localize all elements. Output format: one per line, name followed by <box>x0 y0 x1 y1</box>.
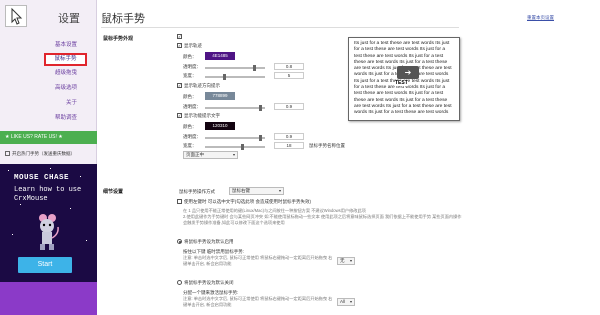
direction-opacity-value[interactable]: 0.9 <box>274 103 304 110</box>
track-opacity-thumb[interactable] <box>253 65 256 71</box>
show-action-checkbox[interactable] <box>177 113 182 119</box>
default-off-desc: 注意: 单击时选中文字后, 鼠标可正常使用 将鼠标右键拖动一定距离后开始拖曳 右… <box>183 296 333 307</box>
sidebar-item-about[interactable]: 关于 <box>0 96 97 111</box>
action-color-swatch[interactable]: 120310 <box>205 122 235 130</box>
direction-opacity-slider[interactable] <box>205 105 265 111</box>
ad-title: MOUSE CHASE <box>14 174 70 182</box>
gesture-enable-check[interactable] <box>177 34 182 40</box>
action-width-label: 宽度： <box>183 143 197 148</box>
arrow-right-icon: ➔ <box>397 66 419 79</box>
gesture-enable-checkbox[interactable] <box>177 34 184 40</box>
preview-tag-label: TEST <box>395 80 408 87</box>
default-on-label: 将鼠标手势设为默认启用 <box>184 239 234 244</box>
appearance-section-label: 鼠标手势外观 <box>103 36 134 42</box>
open-hot-gestures-checkbox[interactable] <box>5 151 10 157</box>
sidebar-item-survey[interactable]: 帮助调查 <box>0 111 97 126</box>
name-position-label: 鼠标手势名称位置 <box>309 143 345 148</box>
default-on-radio[interactable] <box>177 239 182 245</box>
activate-key-select[interactable]: All <box>337 298 355 306</box>
ad-subtitle: Learn how to use CrxMouse <box>14 186 82 203</box>
track-width-value[interactable]: 5 <box>274 72 304 79</box>
action-width-thumb[interactable] <box>241 144 244 150</box>
sidebar-title: 设置 <box>58 13 80 25</box>
use-left-label: 使用左键时 可以选中文字(勾选此项 会造成使用时鼠标手势失效) <box>184 199 311 204</box>
direction-opacity-thumb[interactable] <box>259 105 262 111</box>
sidebar-item-super-drag[interactable]: 超级拖曳 <box>0 66 97 81</box>
track-width-thumb[interactable] <box>223 74 226 80</box>
action-color-label: 颜色： <box>183 124 197 129</box>
gesture-preview-box: Its just for a test these are test words… <box>348 37 460 121</box>
track-width-label: 宽度： <box>183 73 197 78</box>
direction-color-label: 颜色： <box>183 94 197 99</box>
main-panel: 鼠标手势 重置本页设置 鼠标手势外观 显示轨迹 颜色： 4E1485 透明度： … <box>97 0 600 315</box>
track-opacity-value[interactable]: 0.8 <box>274 63 304 70</box>
page-title: 鼠标手势 <box>101 13 145 25</box>
default-off-row[interactable]: 将鼠标手势设为默认关闭 <box>177 280 234 286</box>
track-width-slider[interactable] <box>205 74 265 80</box>
mouse-chase-ad[interactable]: MOUSE CHASE Learn how to use CrxMouse St… <box>0 164 97 315</box>
trigger-select[interactable]: 鼠标右键 <box>229 187 284 195</box>
title-divider <box>101 27 459 28</box>
action-opacity-slider[interactable] <box>205 135 265 141</box>
name-position-select[interactable]: 页面正中 <box>183 151 238 159</box>
track-opacity-slider[interactable] <box>205 65 265 71</box>
default-on-row[interactable]: 将鼠标手势设为默认启用 <box>177 239 234 245</box>
action-opacity-thumb[interactable] <box>259 135 262 141</box>
sidebar-item-gestures[interactable]: 鼠标手势 <box>44 53 87 66</box>
show-track-checkbox[interactable] <box>177 43 182 49</box>
show-direction-row[interactable]: 显示轨迹方向提示 <box>177 83 220 89</box>
sidebar-item-advanced[interactable]: 高级选项 <box>0 81 97 96</box>
action-width-value[interactable]: 18 <box>274 142 304 149</box>
note-2: 2.使用此键作为手势键时 会与某些网页冲突 如:不能使用鼠标拖动一些文本 使用此… <box>183 214 462 225</box>
action-opacity-label: 透明度： <box>183 134 201 139</box>
show-track-row[interactable]: 显示轨迹 <box>177 43 202 49</box>
track-color-swatch[interactable]: 4E1485 <box>205 52 235 60</box>
open-hot-gestures-label: 开启热门手势（发送重庆数据） <box>12 151 75 156</box>
track-opacity-label: 透明度： <box>183 64 201 69</box>
like-us-button[interactable]: ★ LIKE US? RATE US! ★ <box>0 131 97 144</box>
default-off-radio[interactable] <box>177 280 182 286</box>
mouse-character-icon <box>39 214 59 250</box>
direction-color-swatch[interactable]: 778899 <box>205 92 235 100</box>
direction-opacity-label: 透明度： <box>183 104 201 109</box>
default-off-label: 将鼠标手势设为默认关闭 <box>184 280 234 285</box>
action-width-slider[interactable] <box>205 144 265 150</box>
cursor-logo-icon <box>5 5 27 27</box>
action-opacity-value[interactable]: 0.9 <box>274 133 304 140</box>
ad-floor <box>0 282 97 315</box>
sidebar-item-basic[interactable]: 基本设置 <box>0 38 97 53</box>
use-left-row[interactable]: 使用左键时 可以选中文字(勾选此项 会造成使用时鼠标手势失效) <box>177 199 311 205</box>
sidebar-nav: 基本设置 鼠标手势 超级拖曳 高级选项 关于 帮助调查 <box>0 38 97 126</box>
restore-defaults-link[interactable]: 重置本页设置 <box>527 15 554 21</box>
sidebar: 设置 基本设置 鼠标手势 超级拖曳 高级选项 关于 帮助调查 ★ LIKE US… <box>0 0 97 315</box>
details-section-label: 细节设置 <box>103 189 124 195</box>
use-left-checkbox[interactable] <box>177 199 182 205</box>
show-action-row[interactable]: 显示功能提示文字 <box>177 113 220 119</box>
show-direction-checkbox[interactable] <box>177 83 182 89</box>
track-color-label: 颜色： <box>183 54 197 59</box>
show-direction-label: 显示轨迹方向提示 <box>184 83 220 88</box>
open-hot-gestures-row[interactable]: 开启热门手势（发送重庆数据） <box>5 151 75 157</box>
show-track-label: 显示轨迹 <box>184 43 202 48</box>
ad-start-button[interactable]: Start <box>18 257 72 273</box>
default-on-desc: 注意: 单击时选中文字后, 鼠标可正常使用 将鼠标右键拖动一定距离后开始拖曳 右… <box>183 255 333 266</box>
disable-key-select[interactable]: 无 <box>337 257 355 265</box>
show-action-label: 显示功能提示文字 <box>184 113 220 118</box>
trigger-label: 鼠标手势操作方式 <box>179 189 215 194</box>
